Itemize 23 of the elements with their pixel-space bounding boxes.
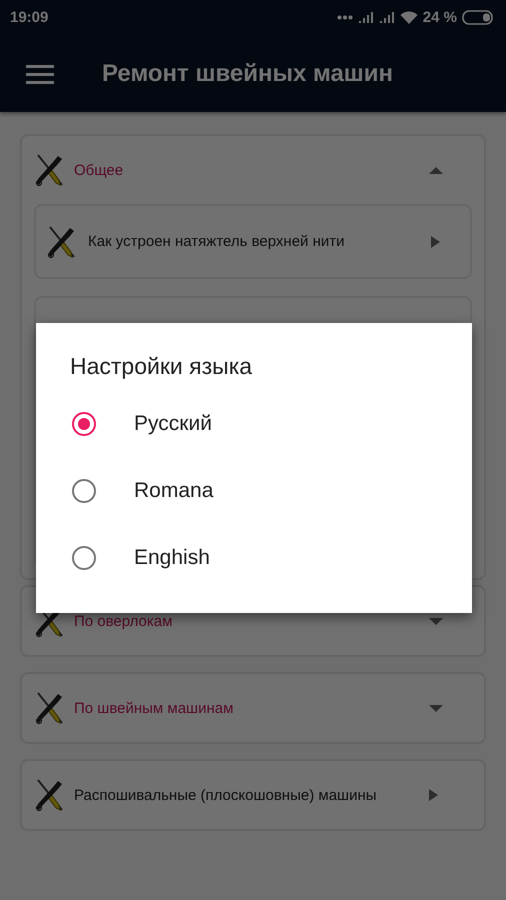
clock: 19:09 — [10, 9, 48, 26]
battery-icon — [462, 10, 494, 25]
caret-icon — [429, 234, 442, 248]
list-item[interactable]: Как устроен натяжтель верхней нити — [34, 204, 472, 279]
expandable-card[interactable]: По швейным машинам — [20, 672, 486, 744]
language-option[interactable]: Русский — [36, 390, 472, 457]
radio-button[interactable] — [72, 478, 96, 502]
wifi-icon — [400, 10, 418, 24]
dialog-title: Настройки языка — [70, 353, 254, 380]
caret-icon — [427, 788, 440, 802]
menu-icon[interactable] — [26, 64, 54, 84]
section-title: По оверлокам — [74, 612, 174, 630]
signal-icon — [358, 11, 374, 24]
language-option[interactable]: Romana — [36, 457, 472, 524]
radio-button[interactable] — [72, 412, 96, 436]
signal-icon — [378, 11, 395, 24]
battery-percentage: 24 % — [422, 9, 457, 26]
list-item[interactable]: Распошивальные (плоскошовные) машины — [20, 759, 486, 831]
section-title: По швейным машинам — [74, 700, 234, 716]
radio-button[interactable] — [72, 546, 96, 570]
dots-icon — [336, 15, 353, 20]
section-title: Общее — [74, 162, 124, 178]
app-title: Ремонт швейных машин — [102, 60, 394, 88]
